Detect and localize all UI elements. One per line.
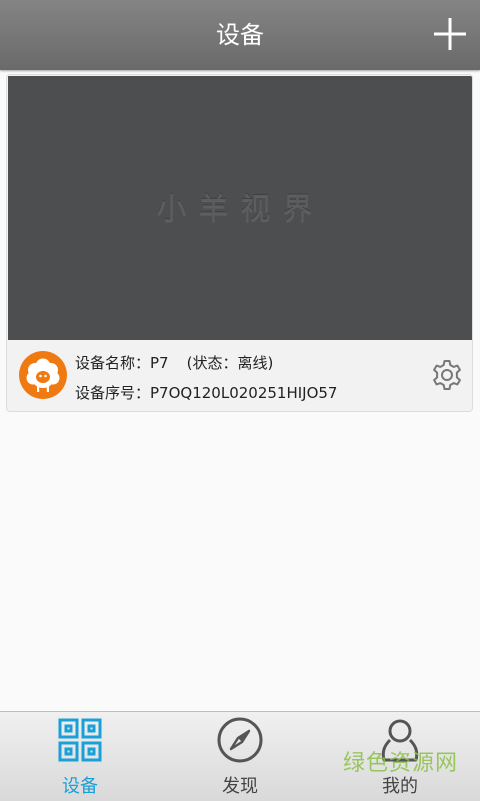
tab-devices[interactable]: 设备 <box>0 712 160 801</box>
device-name-line: 设备名称：P7 (状态：离线) <box>75 352 273 373</box>
preview-watermark: 小羊视界 <box>156 192 325 227</box>
tab-devices-label: 设备 <box>62 776 98 797</box>
sheep-avatar-icon <box>19 351 67 399</box>
device-info-row: 设备名称：P7 (状态：离线) 设备序号：P7OQ120L020251HIJO57 <box>7 340 472 411</box>
brand-watermark: 绿色资源网 <box>342 751 458 776</box>
device-serial: 设备序号：P7OQ120L020251HIJO57 <box>75 384 338 402</box>
tab-discover-label: 发现 <box>222 776 258 797</box>
device-name: 设备名称：P7 <box>75 354 169 372</box>
plus-icon <box>434 18 466 50</box>
page-title: 设备 <box>216 21 264 49</box>
top-bar: 设备 <box>0 0 480 70</box>
device-status: (状态：离线) <box>186 354 274 372</box>
device-card[interactable]: 小羊视界 设备名称：P7 (状态：离线) 设备序号：P7OQ120L020251H… <box>6 74 473 412</box>
device-settings-button[interactable] <box>430 358 464 392</box>
compass-icon <box>217 717 263 763</box>
gear-icon <box>433 360 461 390</box>
add-device-button[interactable] <box>432 16 468 52</box>
camera-preview[interactable]: 小羊视界 <box>8 76 472 340</box>
device-grid-icon <box>58 718 102 762</box>
tab-discover[interactable]: 发现 <box>160 712 320 801</box>
